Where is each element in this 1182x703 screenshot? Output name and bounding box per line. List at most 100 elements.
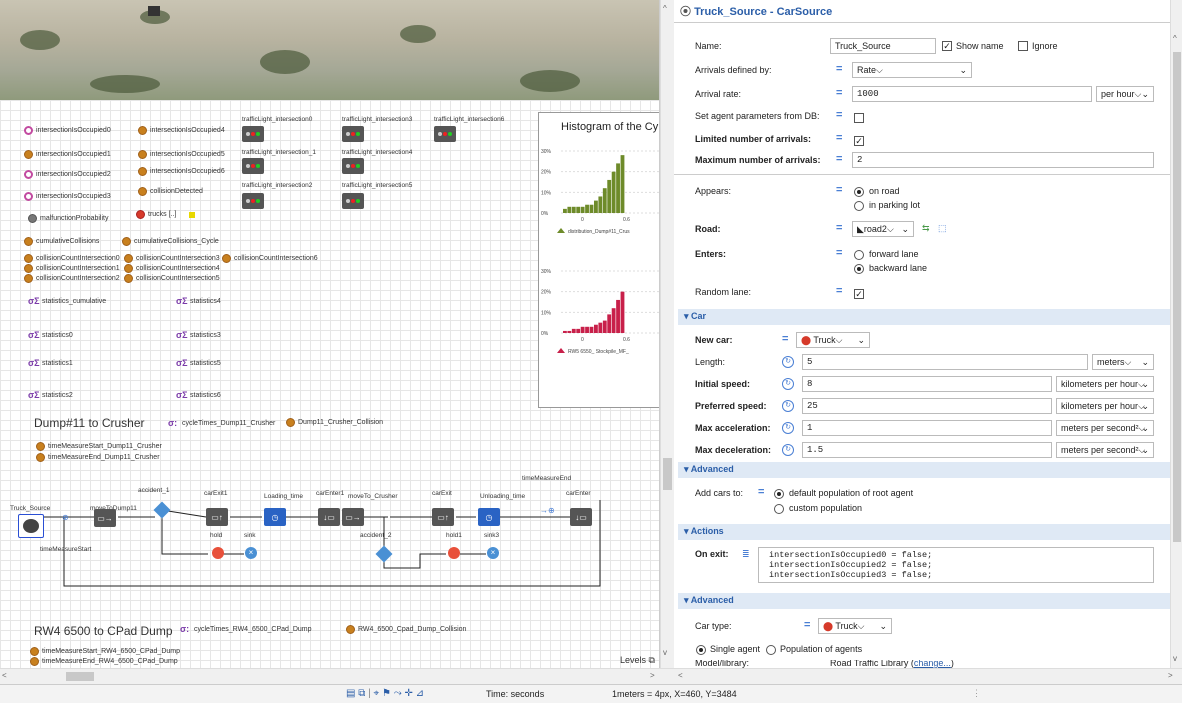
initial-speed-input[interactable]: 8 [802,376,1052,392]
new-car-select[interactable]: ⬤ Truck ⌄ [796,332,870,348]
backward-lane-radio[interactable] [854,264,864,274]
max-acceleration-input[interactable]: 1 [802,420,1052,436]
statistics-item[interactable]: σΣ statistics1 [28,358,73,368]
variable-item[interactable]: intersectionIsOccupied5 [138,150,225,159]
variable-item[interactable]: collisionCountIntersection2 [24,274,120,283]
initial-speed-unit-select[interactable]: kilometers per hour ⌄ [1056,376,1154,392]
traffic-light-icon[interactable] [242,193,264,209]
car-source-block[interactable] [18,514,44,538]
traffic-light-icon[interactable] [342,158,364,174]
scroll-down-icon[interactable]: v [663,648,667,657]
in-parking-radio[interactable] [854,201,864,211]
measure-tool-icon[interactable]: ⊿ [416,688,424,699]
scroll-up-icon[interactable]: ^ [1173,34,1177,43]
properties-vertical-scrollbar[interactable]: ^ v [1170,0,1182,668]
variable-item[interactable]: timeMeasureStart_RW4_6500_CPad_Dump [30,647,180,656]
dataset-item[interactable]: σ: cycleTimes_Dump11_Crusher [168,418,275,428]
road-select[interactable]: ◣road2 ⌄ [852,221,914,237]
custom-population-radio[interactable] [774,504,784,514]
variable-item[interactable]: intersectionIsOccupied3 [24,192,111,201]
variable-item[interactable]: intersectionIsOccupied0 [24,126,111,135]
max-arrivals-input[interactable]: 2 [852,152,1154,168]
set-params-checkbox[interactable] [854,113,864,123]
statistics-item[interactable]: σΣ statistics_cumulative [28,296,106,306]
variable-item[interactable]: RW4_6500_Cpad_Dump_Collision [346,625,466,634]
sink-block[interactable]: × [487,547,499,559]
preferred-speed-input[interactable]: 25 [802,398,1052,414]
scroll-thumb[interactable] [663,458,672,490]
scroll-right-icon[interactable]: > [1168,671,1173,680]
variable-item[interactable]: intersectionIsOccupied1 [24,150,111,159]
car-exit-block[interactable]: ▭↑ [206,508,228,526]
time-measure-start-icon[interactable]: ⊕ [62,513,69,522]
preferred-speed-unit-select[interactable]: kilometers per hour ⌄ [1056,398,1154,414]
variable-item[interactable]: timeMeasureEnd_Dump11_Crusher [36,453,160,462]
car-enter-block[interactable]: ↓▭ [318,508,340,526]
change-link[interactable]: change... [914,660,951,668]
static-param-icon[interactable]: = [758,486,764,498]
variable-item[interactable]: collisionCountIntersection0 [24,254,120,263]
variable-item[interactable]: Dump11_Crusher_Collision [286,418,383,427]
pick-road-icon[interactable]: ⇆ [922,223,930,234]
model-canvas[interactable]: intersectionIsOccupied0 intersectionIsOc… [0,0,660,668]
section-actions-header[interactable]: ▾ Actions [678,524,1170,540]
static-param-icon[interactable]: = [836,222,842,234]
length-unit-select[interactable]: meters ⌄ [1092,354,1154,370]
delay-block[interactable]: ◷ [264,508,286,526]
dynamic-param-icon[interactable]: ↻ [782,444,794,456]
show-name-checkbox[interactable]: ✓ [942,41,952,51]
scroll-right-icon[interactable]: > [650,671,655,680]
variable-item[interactable]: cumulativeCollisions_Cycle [122,237,219,246]
section-advanced2-header[interactable]: ▾ Advanced [678,593,1170,609]
car-type-select[interactable]: ⬤ Truck ⌄ [818,618,892,634]
variable-item[interactable]: collisionCountIntersection3 [124,254,220,263]
canvas-horizontal-scrollbar[interactable]: < > [0,668,674,684]
traffic-light-icon[interactable] [434,126,456,142]
agent-population-item[interactable]: trucks [..] [136,210,196,219]
path-tool-icon[interactable]: ⤳ [394,688,402,699]
on-exit-code-editor[interactable]: intersectionIsOccupied0 = false; interse… [758,547,1154,583]
move-tool-icon[interactable]: ✛ [405,688,413,699]
rate-unit-select[interactable]: per hour ⌄ [1096,86,1154,102]
statistics-item[interactable]: σΣ statistics4 [176,296,221,306]
grid-icon[interactable]: ▤ [346,688,355,699]
car-move-to-block[interactable]: ▭→ [342,508,364,526]
scroll-left-icon[interactable]: < [2,671,7,680]
static-param-icon[interactable]: = [836,63,842,75]
single-agent-radio[interactable] [696,645,706,655]
static-param-icon[interactable]: = [836,285,842,297]
car-enter-block[interactable]: ↓▭ [570,508,592,526]
variable-item[interactable]: intersectionIsOccupied4 [138,126,225,135]
scroll-up-icon[interactable]: ^ [663,4,667,13]
create-road-icon[interactable]: ⬚ [938,223,947,234]
sink-block[interactable]: × [245,547,257,559]
arrival-rate-input[interactable]: 1000 [852,86,1092,102]
max-acceleration-unit-select[interactable]: meters per second² ⌄ [1056,420,1154,436]
ignore-checkbox[interactable] [1018,41,1028,51]
function-item[interactable]: malfunctionProbability [28,214,108,223]
traffic-light-icon[interactable] [342,126,364,142]
name-input[interactable]: Truck_Source [830,38,936,54]
static-param-icon[interactable]: = [836,184,842,196]
statistics-item[interactable]: σΣ statistics3 [176,330,221,340]
dynamic-param-icon[interactable]: ↻ [782,378,794,390]
select-tool-icon[interactable]: ⌖ [374,688,380,699]
dynamic-param-icon[interactable]: ↻ [782,400,794,412]
scroll-thumb[interactable] [66,672,94,681]
car-exit-block[interactable]: ▭↑ [432,508,454,526]
variable-item[interactable]: intersectionIsOccupied6 [138,167,225,176]
properties-horizontal-scrollbar[interactable]: < > [674,668,1182,684]
layers-icon[interactable]: ⧉ [358,688,365,699]
hold-block[interactable] [212,547,224,559]
forward-lane-radio[interactable] [854,250,864,260]
max-deceleration-unit-select[interactable]: meters per second² ⌄ [1056,442,1154,458]
default-population-radio[interactable] [774,489,784,499]
statistics-item[interactable]: σΣ statistics2 [28,390,73,400]
variable-item[interactable]: intersectionIsOccupied2 [24,170,111,179]
hold-block[interactable] [448,547,460,559]
static-param-icon[interactable]: = [836,132,842,144]
on-road-radio[interactable] [854,187,864,197]
canvas-vertical-scrollbar[interactable]: ^ v [660,0,674,668]
traffic-light-icon[interactable] [242,158,264,174]
agent-tool-icon[interactable]: ⚑ [382,688,391,699]
